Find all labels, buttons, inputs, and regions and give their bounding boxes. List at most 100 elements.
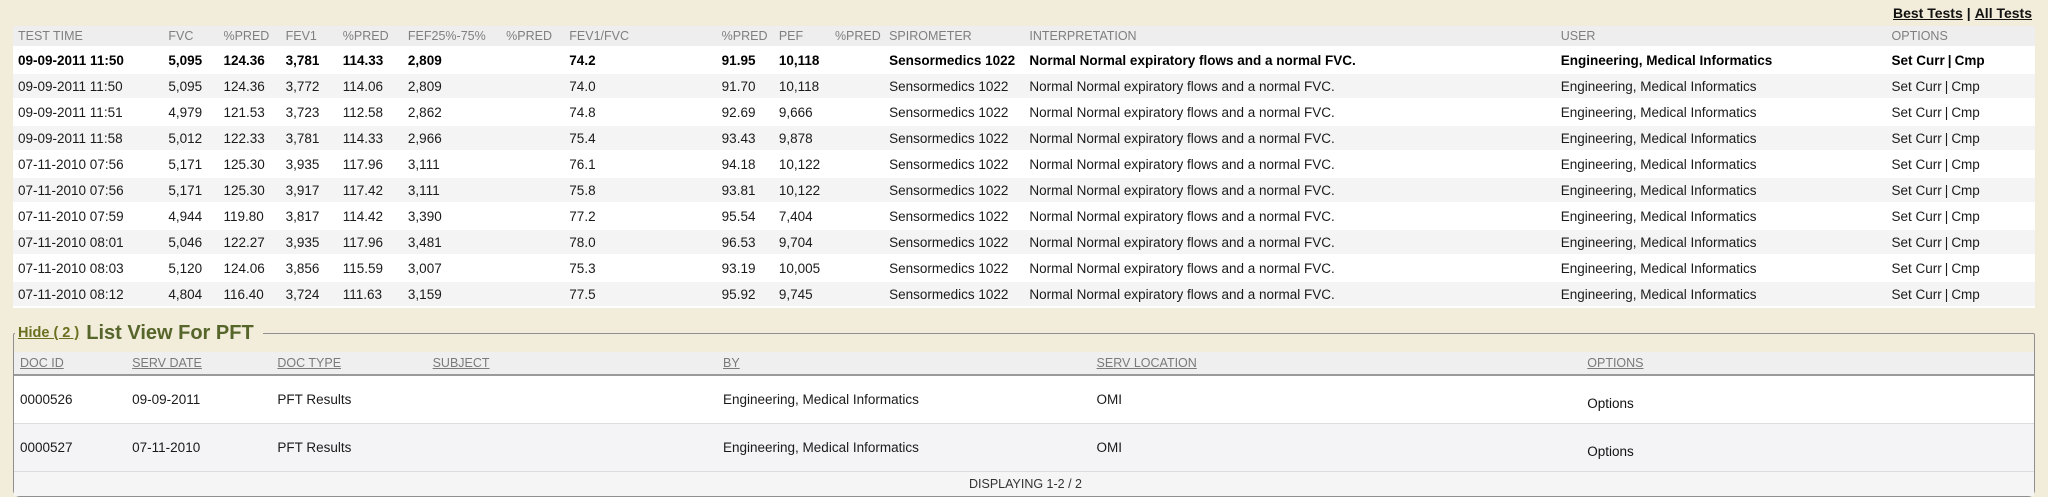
set-curr-link[interactable]: Set Curr	[1892, 157, 1942, 172]
cell-fev1-fvc-ratio: 78.0	[564, 229, 716, 255]
cell-spirometer: Sensormedics 1022	[884, 281, 1024, 307]
cell-spirometer: Sensormedics 1022	[884, 203, 1024, 229]
cell-serv-location: OMI	[1091, 423, 1582, 471]
pft-result-row: 07-11-2010 07:59 4,944 119.80 3,817 114.…	[13, 203, 2035, 229]
document-row: 0000526 09-09-2011 PFT Results Engineeri…	[14, 375, 2034, 423]
set-curr-link[interactable]: Set Curr	[1892, 131, 1942, 146]
cell-fef25-75: 3,111	[403, 177, 501, 203]
set-curr-link[interactable]: Set Curr	[1892, 53, 1945, 68]
column-header: FEF25%-75%	[403, 26, 501, 47]
best-tests-link[interactable]: Best Tests	[1893, 5, 1963, 21]
cell-fvc: 5,171	[163, 177, 218, 203]
cmp-link[interactable]: Cmp	[1951, 209, 1980, 224]
cell-user: Engineering, Medical Informatics	[1556, 125, 1887, 151]
cell-pef-pred	[830, 203, 884, 229]
set-curr-link[interactable]: Set Curr	[1892, 79, 1942, 94]
cmp-link[interactable]: Cmp	[1951, 183, 1980, 198]
cmp-link[interactable]: Cmp	[1951, 131, 1980, 146]
pft-results-section: TEST TIMEFVC%PREDFEV1%PREDFEF25%-75%%PRE…	[13, 26, 2035, 308]
set-curr-link[interactable]: Set Curr	[1892, 261, 1942, 276]
cell-options: Set Curr|Cmp	[1887, 47, 2035, 73]
cell-fev1: 3,935	[281, 229, 338, 255]
cell-fef25-75: 3,111	[403, 151, 501, 177]
column-sort-link[interactable]: SERV DATE	[132, 356, 202, 370]
column-sort-link[interactable]: OPTIONS	[1587, 356, 1643, 370]
column-header: %PRED	[717, 26, 774, 47]
column-sort-link[interactable]: SUBJECT	[433, 356, 490, 370]
column-sort-link[interactable]: DOC ID	[20, 356, 64, 370]
cell-ratio-pred: 92.69	[717, 99, 774, 125]
set-curr-link[interactable]: Set Curr	[1892, 105, 1942, 120]
cmp-link[interactable]: Cmp	[1951, 235, 1980, 250]
cell-options: Set Curr|Cmp	[1887, 125, 2035, 151]
results-header-row: TEST TIMEFVC%PREDFEV1%PREDFEF25%-75%%PRE…	[13, 26, 2035, 47]
cell-fev1: 3,724	[281, 281, 338, 307]
column-sort-link[interactable]: BY	[723, 356, 740, 370]
hide-link[interactable]: Hide ( 2 )	[18, 325, 79, 341]
set-curr-link[interactable]: Set Curr	[1892, 235, 1942, 250]
list-view-panel: Hide ( 2 )List View For PFT DOC ID SERV D…	[13, 322, 2035, 497]
cell-fvc: 5,012	[163, 125, 218, 151]
cell-spirometer: Sensormedics 1022	[884, 125, 1024, 151]
all-tests-link[interactable]: All Tests	[1975, 5, 2032, 21]
cmp-link[interactable]: Cmp	[1951, 79, 1980, 94]
cell-pef: 9,745	[774, 281, 830, 307]
cell-fef-pred	[501, 177, 564, 203]
cell-test-time: 07-11-2010 07:56	[13, 151, 163, 177]
cell-user: Engineering, Medical Informatics	[1556, 229, 1887, 255]
cell-user: Engineering, Medical Informatics	[1556, 255, 1887, 281]
cell-doc-type: PFT Results	[271, 423, 426, 471]
options-separator: |	[1942, 209, 1952, 224]
column-sort-link[interactable]: SERV LOCATION	[1097, 356, 1197, 370]
pft-result-row: 09-09-2011 11:58 5,012 122.33 3,781 114.…	[13, 125, 2035, 151]
cell-pef-pred	[830, 177, 884, 203]
set-curr-link[interactable]: Set Curr	[1892, 183, 1942, 198]
list-view-legend: Hide ( 2 )List View For PFT	[15, 322, 263, 345]
doc-options-link[interactable]: Options	[1587, 396, 1634, 411]
cmp-link[interactable]: Cmp	[1955, 53, 1985, 68]
options-separator: |	[1942, 157, 1952, 172]
cell-spirometer: Sensormedics 1022	[884, 255, 1024, 281]
cell-fef-pred	[501, 99, 564, 125]
cmp-link[interactable]: Cmp	[1951, 105, 1980, 120]
cell-fef25-75: 2,809	[403, 73, 501, 99]
cell-fev1-pred: 117.96	[338, 151, 403, 177]
cell-pef-pred	[830, 229, 884, 255]
cell-user: Engineering, Medical Informatics	[1556, 203, 1887, 229]
cell-fev1-pred: 112.58	[338, 99, 403, 125]
cell-spirometer: Sensormedics 1022	[884, 99, 1024, 125]
cell-options: Set Curr|Cmp	[1887, 151, 2035, 177]
pft-result-row: 09-09-2011 11:50 5,095 124.36 3,781 114.…	[13, 47, 2035, 73]
cell-user: Engineering, Medical Informatics	[1556, 99, 1887, 125]
column-sort-link[interactable]: DOC TYPE	[277, 356, 341, 370]
column-header: OPTIONS	[1581, 352, 2034, 375]
cell-interpretation: Normal Normal expiratory flows and a nor…	[1024, 255, 1555, 281]
column-header: DOC ID	[14, 352, 126, 375]
cell-test-time: 09-09-2011 11:58	[13, 125, 163, 151]
options-separator: |	[1942, 131, 1952, 146]
cell-fef25-75: 2,809	[403, 47, 501, 73]
set-curr-link[interactable]: Set Curr	[1892, 209, 1942, 224]
options-separator: |	[1945, 53, 1955, 68]
cell-fvc-pred: 125.30	[218, 151, 280, 177]
cell-serv-date: 09-09-2011	[126, 375, 271, 423]
column-header: %PRED	[830, 26, 884, 47]
cell-interpretation: Normal Normal expiratory flows and a nor…	[1024, 47, 1555, 73]
cmp-link[interactable]: Cmp	[1951, 287, 1980, 302]
doc-options-link[interactable]: Options	[1587, 444, 1634, 459]
cell-pef: 10,005	[774, 255, 830, 281]
cell-fev1-pred: 114.42	[338, 203, 403, 229]
cmp-link[interactable]: Cmp	[1951, 157, 1980, 172]
options-separator: |	[1942, 261, 1952, 276]
cell-by: Engineering, Medical Informatics	[717, 423, 1091, 471]
cell-pef-pred	[830, 73, 884, 99]
cell-pef: 7,404	[774, 203, 830, 229]
column-header: FEV1	[281, 26, 338, 47]
cmp-link[interactable]: Cmp	[1951, 261, 1980, 276]
cell-fvc: 5,046	[163, 229, 218, 255]
cell-fev1-pred: 111.63	[338, 281, 403, 307]
set-curr-link[interactable]: Set Curr	[1892, 287, 1942, 302]
pft-result-row: 07-11-2010 08:01 5,046 122.27 3,935 117.…	[13, 229, 2035, 255]
cell-spirometer: Sensormedics 1022	[884, 73, 1024, 99]
pft-result-row: 09-09-2011 11:50 5,095 124.36 3,772 114.…	[13, 73, 2035, 99]
